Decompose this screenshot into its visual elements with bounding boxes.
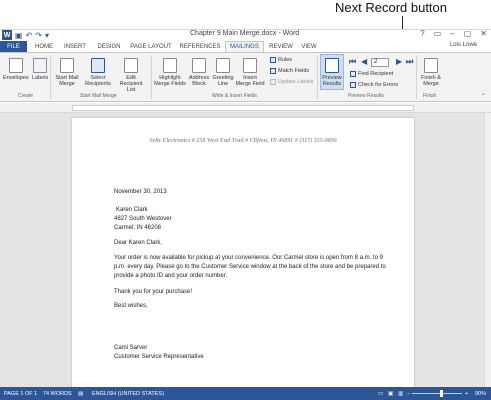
find-recipient-button[interactable]: Find Recipient [350,71,393,77]
word-logo-icon: W [2,30,12,40]
match-fields-button[interactable]: Match Fields [270,68,309,74]
match-fields-icon [270,68,276,74]
group-label-finish: Finish [423,93,437,99]
help-button[interactable]: ? [420,29,424,38]
customize-icon[interactable]: ▾ [45,31,49,40]
group-label-create: Create [18,93,34,99]
tab-page-layout[interactable]: PAGE LAYOUT [128,41,174,52]
greeting-line-button[interactable]: Greeting Line [211,58,235,87]
collapse-ribbon-icon[interactable]: ⌃ [481,93,486,100]
print-layout-icon[interactable]: ▣ [388,391,393,397]
callout-label: Next Record button [335,0,448,15]
select-recipients-button[interactable]: Select Recipients [83,58,113,87]
preview-icon [325,58,339,73]
recipients-icon [91,58,105,73]
thank-you-line: Thank you for your purchase! [114,289,193,295]
merge-field-icon [243,58,257,73]
vertical-scrollbar[interactable] [484,113,491,387]
highlight-icon [163,58,177,73]
zoom-in-icon[interactable]: + [465,391,468,397]
paragraph-line: p.m. every day. Please go to the Custome… [114,264,386,270]
group-separator [151,55,152,99]
document-page[interactable]: Seltz Electronics # 258 West End Trail #… [72,118,414,387]
address-block-button[interactable]: Address Block [187,58,211,87]
undo-icon[interactable]: ↶ [26,31,33,40]
salutation: Dear Karen Clark, [114,240,163,246]
address-line-name: Karen Clark [116,207,148,213]
finish-merge-icon [424,58,438,73]
check-errors-icon [350,82,356,88]
tab-file[interactable]: FILE [0,41,27,52]
close-button[interactable]: ✕ [480,29,487,38]
tab-home[interactable]: HOME [31,41,57,52]
letterhead: Seltz Electronics # 258 West End Trail #… [149,138,337,144]
ribbon-display-button[interactable]: ▭ [434,29,442,38]
quick-access-toolbar: W ▣ ↶ ↷ ▾ [2,29,49,41]
update-labels-icon [270,79,276,85]
group-separator [416,55,417,99]
rules-icon [270,57,276,63]
language-indicator[interactable]: ENGLISH (UNITED STATES) [92,391,164,397]
group-separator [317,55,318,99]
redo-icon[interactable]: ↷ [35,31,42,40]
record-number-input[interactable]: 2 [371,58,389,67]
tab-references[interactable]: REFERENCES [178,41,222,52]
greeting-line-icon [216,58,230,73]
restore-button[interactable]: ▢ [464,29,472,38]
edit-recipient-list-button[interactable]: Edit Recipient List [115,58,147,93]
last-record-icon[interactable]: ⏭ [406,57,413,67]
rules-button[interactable]: Rules [270,57,292,63]
proofing-icon[interactable]: ▤ [78,391,83,397]
address-block-icon [192,58,206,73]
envelopes-button[interactable]: Envelopes [3,58,29,81]
envelope-icon [8,58,23,73]
closing-line: Best wishes, [114,303,148,309]
preview-results-button[interactable]: Preview Results [320,58,344,87]
window-buttons: ? ▭ – ▢ ✕ [420,29,487,38]
find-icon [350,71,356,77]
tab-insert[interactable]: INSERT [60,41,90,52]
tab-view[interactable]: VIEW [298,41,320,52]
letter-date: November 30, 2013 [114,189,167,195]
zoom-slider[interactable] [412,393,462,394]
zoom-level[interactable]: 90% [475,391,486,397]
tab-review[interactable]: REVIEW [267,41,295,52]
address-line-city: Carmel, IN 46208 [114,225,162,231]
check-for-errors-button[interactable]: Check for Errors [350,82,398,88]
page-indicator[interactable]: PAGE 1 OF 1 [4,391,37,397]
paragraph-line: Your order is now available for pickup a… [114,255,383,261]
read-mode-icon[interactable]: ▭ [378,391,383,397]
user-name[interactable]: Lois Lowe [450,42,477,48]
word-count[interactable]: 74 WORDS [43,391,72,397]
finish-merge-button[interactable]: Finish & Merge [418,58,444,87]
previous-record-icon[interactable]: ◀ [361,57,367,66]
document-icon [60,58,74,73]
zoom-out-icon[interactable]: − [407,391,410,397]
next-record-icon[interactable]: ▶ [396,57,402,66]
edit-list-icon [124,58,138,73]
highlight-merge-fields-button[interactable]: Highlight Merge Fields [154,58,186,87]
minimize-button[interactable]: – [450,29,454,38]
start-mail-merge-button[interactable]: Start Mail Merge [54,58,80,87]
insert-merge-field-button[interactable]: Insert Merge Field [235,58,265,87]
first-record-icon[interactable]: ⏮ [349,57,356,67]
ruler-text-area[interactable] [72,105,414,111]
zoom-slider-thumb[interactable] [440,390,443,397]
update-labels-button[interactable]: Update Labels [270,79,313,85]
window-title: Chapter 9 Main Merge.docx - Word [190,30,300,37]
address-line-street: 4827 South Westover [114,216,172,222]
signer-title: Customer Service Representative [114,354,204,360]
web-layout-icon[interactable]: ▥ [398,391,403,397]
labels-button[interactable]: Labels [32,58,48,81]
tab-mailings[interactable]: MAILINGS [225,41,264,52]
group-label-write-insert: Write & Insert Fields [212,93,257,99]
labels-icon [33,58,48,73]
group-label-preview-results: Preview Results [348,93,384,99]
save-icon[interactable]: ▣ [15,31,23,40]
paragraph-line: provide a photo ID and your order number… [114,273,228,279]
tab-design[interactable]: DESIGN [94,41,124,52]
signer-name: Cami Sarver [114,345,148,351]
group-separator [50,55,51,99]
group-label-start-mail-merge: Start Mail Merge [80,93,117,99]
